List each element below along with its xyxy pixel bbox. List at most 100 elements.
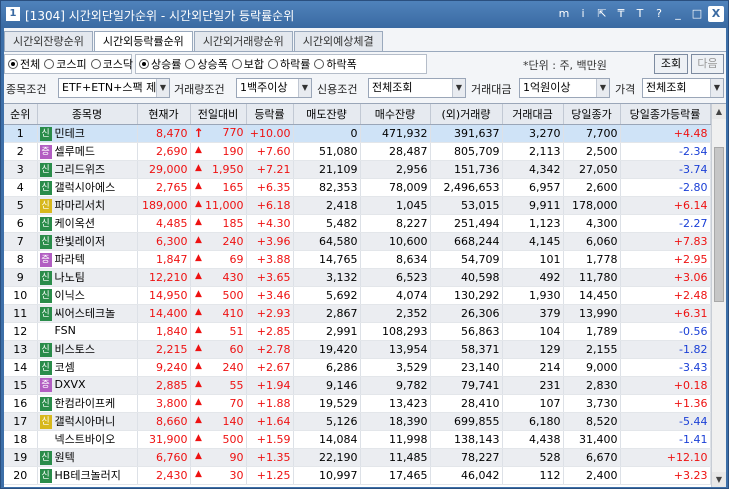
table-row[interactable]: 3 신 그리드위즈 29,000 ▲ 1,950 +7.21 21,109 2,956 151,7… xyxy=(4,160,711,179)
maximize-icon[interactable]: □ xyxy=(689,6,705,22)
name-cell[interactable]: 신 민테크 xyxy=(37,124,138,143)
column-header[interactable]: (외)거래량 xyxy=(430,104,503,125)
table-row[interactable]: 12 FSN 1,840 ▲ 51 +2.85 2,991 108,293 56,863 104 1… xyxy=(4,322,711,341)
search-button[interactable]: 조회 xyxy=(654,54,688,74)
table-row[interactable]: 4 신 갤럭시아에스 2,765 ▲ 165 +6.35 82,353 78,009 2,496,… xyxy=(4,178,711,197)
name-cell[interactable]: 신 그리드위즈 xyxy=(37,160,138,179)
scroll-up-icon[interactable]: ▲ xyxy=(712,104,726,119)
name-cell[interactable]: 신 파마리서치 xyxy=(37,196,138,215)
table-row[interactable]: 1 신 민테크 8,470 ↑ 770 +10.00 0 471,932 391,637 3,270… xyxy=(4,124,711,143)
minimize-icon[interactable]: _ xyxy=(670,6,686,22)
name-cell[interactable]: 신 갤럭시아에스 xyxy=(37,178,138,197)
link-icon[interactable]: ⇱ xyxy=(594,6,610,22)
name-cell[interactable]: 신 케이옥션 xyxy=(37,214,138,233)
rate-radio-option[interactable]: 상승폭 xyxy=(185,56,228,72)
pin-icon[interactable]: ₸ xyxy=(613,6,629,22)
name-cell[interactable]: 증 파라텍 xyxy=(37,250,138,269)
column-header[interactable]: 당일종가등락률 xyxy=(620,104,711,125)
close-icon[interactable]: X xyxy=(708,6,724,22)
tab-4[interactable]: 시간외예상체결 xyxy=(293,31,383,51)
market-radio-option[interactable]: 코스피 xyxy=(44,56,87,72)
credit-condition-select[interactable]: 전체조회 ▼ xyxy=(368,78,466,98)
table-row[interactable]: 13 신 비스토스 2,215 ▲ 60 +2.78 19,420 13,954 58,371 12… xyxy=(4,340,711,359)
column-header[interactable]: 전일대비 xyxy=(190,104,247,125)
table-row[interactable]: 7 신 한빛레이저 6,300 ▲ 240 +3.96 64,580 10,600 668,244… xyxy=(4,232,711,251)
next-button[interactable]: 다음 xyxy=(691,54,724,74)
column-header[interactable]: 매수잔량 xyxy=(360,104,431,125)
table-row[interactable]: 2 증 셀루메드 2,690 ▲ 190 +7.60 51,080 28,487 805,709 2… xyxy=(4,142,711,161)
buy-remain-cell: 6,523 xyxy=(360,268,431,287)
name-cell[interactable]: 신 원텍 xyxy=(37,448,138,467)
name-cell[interactable]: 신 씨어스테크놀 xyxy=(37,304,138,323)
column-header[interactable]: 등락률 xyxy=(246,104,294,125)
market-badge: 신 xyxy=(39,451,52,465)
title-bar[interactable]: 1 [1304] 시간외단일가순위 - 시간외단일가 등락률순위 m i ⇱ ₸… xyxy=(1,1,728,28)
radio-circle-icon[interactable] xyxy=(44,59,55,69)
tab-3[interactable]: 시간외거래량순위 xyxy=(193,31,293,51)
amount-condition-select[interactable]: 1억원이상 ▼ xyxy=(519,78,610,98)
name-cell[interactable]: 넥스트바이오 xyxy=(37,430,138,449)
market-radio-option[interactable]: 전체 xyxy=(8,56,40,72)
table-row[interactable]: 19 신 원텍 6,760 ▲ 90 +1.35 22,190 11,485 78,227 528 6… xyxy=(4,448,711,467)
table-row[interactable]: 6 신 케이옥션 4,485 ▲ 185 +4.30 5,482 8,227 251,494 1,1… xyxy=(4,214,711,233)
name-cell[interactable]: FSN xyxy=(37,322,138,341)
name-cell[interactable]: 신 한컴라이프케 xyxy=(37,394,138,413)
price-condition-select[interactable]: 전체조회 ▼ xyxy=(642,78,724,98)
table-row[interactable]: 16 신 한컴라이프케 3,800 ▲ 70 +1.88 19,529 13,423 28,410… xyxy=(4,394,711,413)
rate-radio-option[interactable]: 하락률 xyxy=(268,56,310,72)
table-row[interactable]: 15 증 DXVX 2,885 ▲ 55 +1.94 9,146 9,782 79,741 231 2… xyxy=(4,376,711,395)
radio-circle-icon[interactable] xyxy=(314,59,325,69)
name-cell[interactable]: 증 셀루메드 xyxy=(37,142,138,161)
column-header[interactable]: 종목명 xyxy=(37,104,138,125)
scroll-down-icon[interactable]: ▼ xyxy=(712,472,726,487)
scroll-thumb[interactable] xyxy=(714,147,724,302)
name-cell[interactable]: 신 이닉스 xyxy=(37,286,138,305)
radio-circle-icon[interactable] xyxy=(268,59,278,69)
radio-circle-icon[interactable] xyxy=(139,59,149,69)
rate-radio-option[interactable]: 상승률 xyxy=(139,56,181,72)
table-row[interactable]: 18 넥스트바이오 31,900 ▲ 500 +1.59 14,084 11,998 138,1… xyxy=(4,430,711,449)
tab-1[interactable]: 시간외잔량순위 xyxy=(4,31,93,51)
name-cell[interactable]: 신 코셈 xyxy=(37,358,138,377)
tab-2[interactable]: 시간외등락률순위 xyxy=(93,31,193,51)
radio-circle-icon[interactable] xyxy=(8,59,18,69)
rate-cell: +1.94 xyxy=(246,376,294,395)
name-cell[interactable]: 신 HB테크놀러지 xyxy=(37,466,138,485)
radio-circle-icon[interactable] xyxy=(90,59,101,69)
column-header[interactable]: 당일종가 xyxy=(563,104,621,125)
info-icon[interactable]: i xyxy=(575,6,591,22)
volume-cell: 151,736 xyxy=(430,160,503,179)
column-header[interactable]: 매도잔량 xyxy=(293,104,361,125)
radio-circle-icon[interactable] xyxy=(185,59,196,69)
table-row[interactable]: 14 신 코셈 9,240 ▲ 240 +2.67 6,286 3,529 23,140 214 9,… xyxy=(4,358,711,377)
name-cell[interactable]: 신 비스토스 xyxy=(37,340,138,359)
rate-radio-option[interactable]: 보합 xyxy=(231,56,264,72)
font-icon[interactable]: T xyxy=(632,6,648,22)
chevron-down-icon: ▼ xyxy=(156,79,169,97)
menu-icon[interactable]: m xyxy=(556,6,572,22)
name-cell[interactable]: 신 한빛레이저 xyxy=(37,232,138,251)
item-condition-select[interactable]: ETF+ETN+스팩 제: ▼ xyxy=(58,78,170,98)
column-header[interactable]: 순위 xyxy=(4,104,38,125)
name-cell[interactable]: 신 나노팀 xyxy=(37,268,138,287)
price-condition-value: 전체조회 xyxy=(646,81,687,94)
table-row[interactable]: 17 신 갤럭시아머니 8,660 ▲ 140 +1.64 5,126 18,390 699,85… xyxy=(4,412,711,431)
volume-condition-select[interactable]: 1백주이상 ▼ xyxy=(236,78,312,98)
table-row[interactable]: 9 신 나노팀 12,210 ▲ 430 +3.65 3,132 6,523 40,598 492 1… xyxy=(4,268,711,287)
vertical-scrollbar[interactable]: ▲ ▼ xyxy=(711,104,726,487)
market-radio-option[interactable]: 코스닥 xyxy=(90,56,133,72)
name-cell[interactable]: 증 DXVX xyxy=(37,376,138,395)
table-row[interactable]: 10 신 이닉스 14,950 ▲ 500 +3.46 5,692 4,074 130,292 1,… xyxy=(4,286,711,305)
radio-circle-icon[interactable] xyxy=(231,59,242,69)
table-row[interactable]: 8 증 파라텍 1,847 ▲ 69 +3.88 14,765 8,634 54,709 101 1,… xyxy=(4,250,711,269)
table-row[interactable]: 20 신 HB테크놀러지 2,430 ▲ 30 +1.25 10,997 17,465 46,04… xyxy=(4,466,711,485)
table-row[interactable]: 11 신 씨어스테크놀 14,400 ▲ 410 +2.93 2,867 2,352 26,306… xyxy=(4,304,711,323)
column-header[interactable]: 거래대금 xyxy=(502,104,564,125)
up-triangle-icon: ▲ xyxy=(195,144,202,155)
rate-radio-option[interactable]: 하락폭 xyxy=(314,56,357,72)
column-header[interactable]: 현재가 xyxy=(137,104,191,125)
close-rate-cell: -3.43 xyxy=(620,358,711,377)
help-icon[interactable]: ? xyxy=(651,6,667,22)
name-cell[interactable]: 신 갤럭시아머니 xyxy=(37,412,138,431)
table-row[interactable]: 5 신 파마리서치 189,000 ▲ 11,000 +6.18 2,418 1,045 53,0… xyxy=(4,196,711,215)
